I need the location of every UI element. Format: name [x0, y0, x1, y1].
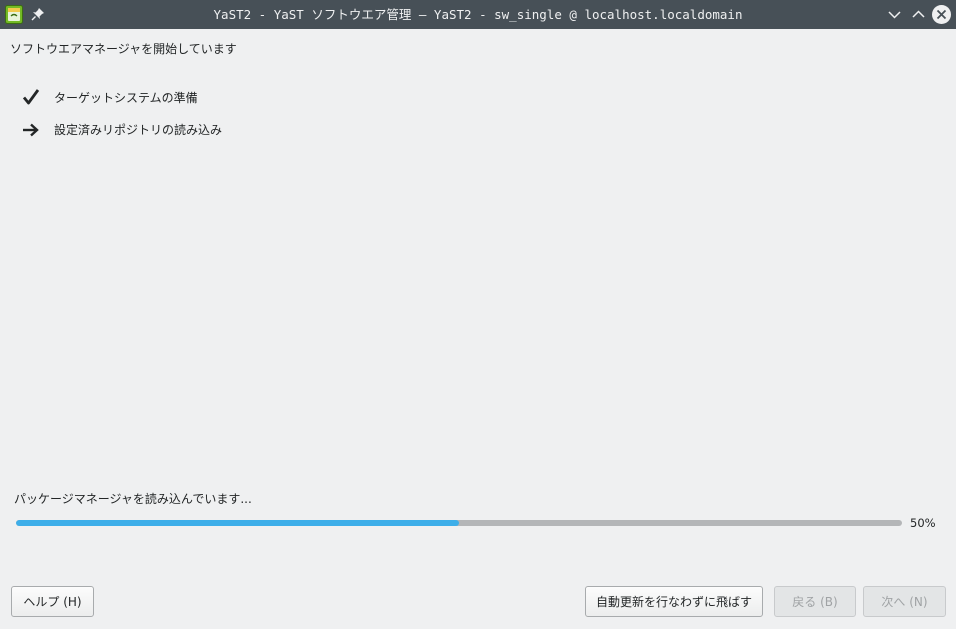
skip-autorefresh-button[interactable]: 自動更新を行なわずに飛ばす [585, 586, 763, 617]
step-label: ターゲットシステムの準備 [54, 91, 198, 105]
title-bar: YaST2 - YaST ソフトウエア管理 — YaST2 - sw_singl… [0, 0, 956, 29]
step-item-load-repositories: 設定済みリポジトリの読み込み [22, 118, 422, 150]
help-button[interactable]: ヘルプ (H) [11, 586, 94, 617]
window-title: YaST2 - YaST ソフトウエア管理 — YaST2 - sw_singl… [213, 7, 743, 22]
pin-icon[interactable] [31, 7, 45, 21]
progress-percent: 50% [910, 516, 936, 530]
page-heading: ソフトウエアマネージャを開始しています [10, 42, 237, 56]
step-item-prepare-target: ターゲットシステムの準備 [22, 86, 422, 118]
minimize-button[interactable] [884, 4, 905, 25]
checkmark-icon [22, 89, 40, 105]
close-button[interactable] [931, 4, 952, 25]
progress-bar [16, 520, 902, 526]
progress-label: パッケージマネージャを読み込んでいます... [14, 492, 252, 506]
step-label: 設定済みリポジトリの読み込み [54, 123, 223, 137]
yast-app-icon [5, 5, 23, 24]
arrow-right-icon [23, 123, 39, 137]
progress-bar-fill [16, 520, 459, 526]
next-button[interactable]: 次へ (N) [863, 586, 946, 617]
back-button[interactable]: 戻る (B) [774, 586, 856, 617]
maximize-button[interactable] [908, 4, 929, 25]
step-list: ターゲットシステムの準備 設定済みリポジトリの読み込み [22, 86, 422, 150]
